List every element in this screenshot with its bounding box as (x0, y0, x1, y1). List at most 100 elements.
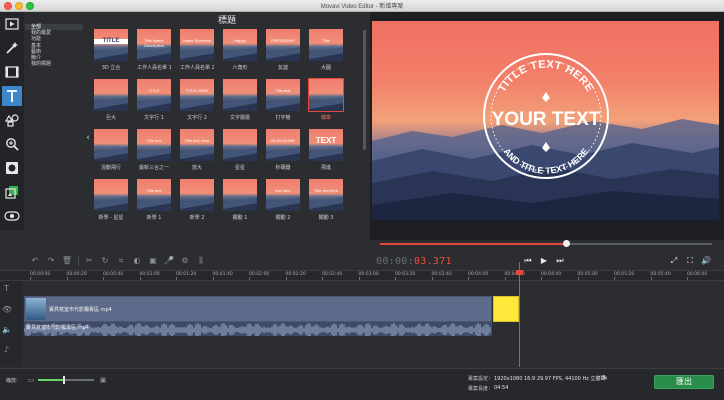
title-tile-label: 秒碼器 (275, 165, 291, 171)
category-item-my-titles[interactable]: 我的標題 (25, 61, 83, 67)
ruler-time-label: 00:04:40 (541, 272, 562, 277)
timecode: 00:00:03.371 (376, 256, 452, 267)
audio-icon[interactable]: 🎤 (162, 254, 176, 268)
title-tile[interactable]: Title 大圓 (309, 29, 343, 71)
scrubber-handle[interactable] (562, 240, 570, 247)
undo-icon[interactable]: ↶ (28, 254, 42, 268)
rotate-icon[interactable]: ↻ (98, 254, 112, 268)
zoom-label: 縮放: (6, 378, 18, 384)
title-tile-label: 混動飛行 (100, 165, 121, 171)
title-thumbnail (223, 79, 257, 111)
title-tile[interactable]: Title text here 獨動 3 (309, 179, 343, 221)
title-tile[interactable]: FRIENDSHIP 友誼 (266, 29, 300, 71)
tool-rail (0, 12, 24, 230)
equalizer-icon[interactable]: ⫼ (194, 254, 208, 268)
collapse-panel-button[interactable]: ‹ (84, 132, 92, 144)
zoom-in-icon[interactable]: ▣ (96, 373, 110, 387)
audio-clip[interactable]: 寶貝寫室市代影獨專區.mp4 (24, 322, 492, 336)
category-list: 全部 我的最愛 功能 基本 藝術 簡介 我的標題 (25, 24, 83, 230)
video-clip[interactable]: 寶貝寫室市代影獨專區.mp4 (24, 296, 492, 322)
redo-icon[interactable]: ↷ (44, 254, 58, 268)
magic-wand-icon[interactable] (2, 38, 22, 58)
video-clip-name: 寶貝寫室市代影獨專區.mp4 (49, 307, 112, 313)
title-tile[interactable]: Title text 打字機 (266, 79, 300, 121)
titles-icon[interactable] (2, 86, 22, 106)
zoom-pan-icon[interactable] (2, 134, 22, 154)
title-thumbnail: TITLE (137, 79, 171, 111)
title-tile-label: 六角形 (232, 65, 248, 71)
playhead[interactable] (519, 262, 520, 367)
playhead-handle[interactable] (516, 270, 523, 275)
delete-icon[interactable]: 🗑 (60, 254, 74, 268)
title-tile[interactable]: Name Surname 工作人員名單 2 (180, 29, 214, 71)
stickers-icon[interactable] (2, 110, 22, 130)
title-thumbnail: Happy (223, 29, 257, 61)
title-thumbnail: Title (309, 29, 343, 61)
edit-pencil-icon[interactable]: ✎ (598, 371, 612, 385)
title-emblem-overlay: TITLE TEXT HERE YOUR TEXT AND TITLE TEXT… (483, 53, 609, 179)
title-tile[interactable]: Title Name Description 工作人員名單 1 (137, 29, 171, 71)
ruler-tick (395, 277, 396, 280)
title-tile[interactable]: Title text 最新三合之一 (137, 129, 171, 171)
zoom-slider-handle[interactable] (63, 376, 66, 384)
project-duration-value: 04:54 (494, 385, 509, 391)
video-clip-thumbnail (26, 298, 46, 320)
chroma-key-icon[interactable] (2, 182, 22, 202)
skip-forward-icon[interactable]: ⏭ (553, 254, 567, 268)
zoom-out-icon[interactable]: ▭ (24, 373, 38, 387)
filters-icon[interactable] (2, 62, 22, 82)
title-tile[interactable]: 新學 - 星星 (94, 179, 128, 221)
title-thumbnail-text: TITLE HERE (185, 88, 209, 93)
ruler-tick (176, 277, 177, 280)
gallery-scrollbar[interactable] (363, 30, 366, 150)
title-tile-label: 徽章 (320, 115, 331, 121)
mute-speaker-icon[interactable]: 🔈 (2, 325, 12, 334)
title-tile[interactable]: text here 獨動 2 (266, 179, 300, 221)
title-tile[interactable]: TITLE HERE 文字行 2 (180, 79, 214, 121)
title-tile[interactable]: 文字層層 (223, 79, 257, 121)
export-button[interactable]: 匯出 (654, 375, 714, 389)
image-icon[interactable]: ▣ (146, 254, 160, 268)
scrubber-progress (380, 243, 566, 245)
ruler-time-label: 00:04:00 (468, 272, 489, 277)
timeline-ruler[interactable]: 00:00:00 00:00:20 00:00:40 00:01:00 00:01:20… (0, 270, 724, 281)
title-tile[interactable]: 00:00:02:986 秒碼器 (266, 129, 300, 171)
import-media-icon[interactable] (2, 14, 22, 34)
title-tile[interactable]: Title text 新學 1 (137, 179, 171, 221)
title-thumbnail: FRIENDSHIP (266, 29, 300, 61)
ruler-tick (103, 277, 104, 280)
record-screen-icon[interactable] (2, 206, 22, 226)
ruler-tick (541, 277, 542, 280)
ruler-tick (577, 277, 579, 280)
settings-gear-icon[interactable]: ⚙ (178, 254, 192, 268)
title-thumbnail-text: Title text (146, 138, 162, 143)
title-tile[interactable]: TITLE 文字行 1 (137, 79, 171, 121)
title-tile[interactable]: 星星 (223, 129, 257, 171)
highlight-icon[interactable] (2, 158, 22, 178)
zoom-slider[interactable] (38, 376, 94, 384)
title-thumbnail (180, 179, 214, 211)
crop-icon[interactable]: ⌗ (114, 254, 128, 268)
title-tile[interactable]: 混動飛行 (94, 129, 128, 171)
play-icon[interactable]: ▶ (537, 254, 551, 268)
fullscreen-icon[interactable]: ⛶ (683, 254, 697, 268)
title-tile[interactable]: 徽章 (308, 78, 344, 121)
title-tile[interactable]: TEXT 飛進 (309, 129, 343, 171)
title-tile[interactable]: 新學 2 (180, 179, 214, 221)
title-tile[interactable]: Title text Here 放大 (180, 129, 214, 171)
title-tile[interactable]: 獨動 1 (223, 179, 257, 221)
title-tile-label: 大圓 (320, 65, 331, 71)
cut-icon[interactable]: ✂ (82, 254, 96, 268)
title-clip[interactable] (493, 296, 519, 322)
title-tile[interactable]: 巨大 (94, 79, 128, 121)
preview-scrubber[interactable] (380, 240, 712, 247)
visibility-eye-icon[interactable]: 👁 (2, 305, 12, 314)
detach-preview-icon[interactable]: ⤢ (667, 254, 681, 268)
title-tile[interactable]: Happy 六角形 (223, 29, 257, 71)
skip-back-icon[interactable]: ⏮ (521, 254, 535, 268)
volume-icon[interactable]: 🔊 (699, 254, 713, 268)
title-thumbnail: text here (266, 179, 300, 211)
title-tile[interactable]: TITLE 3D 立合 (94, 29, 128, 71)
color-adjust-icon[interactable]: ◐ (130, 254, 144, 268)
title-tile-label: 獨動 1 (232, 215, 248, 221)
